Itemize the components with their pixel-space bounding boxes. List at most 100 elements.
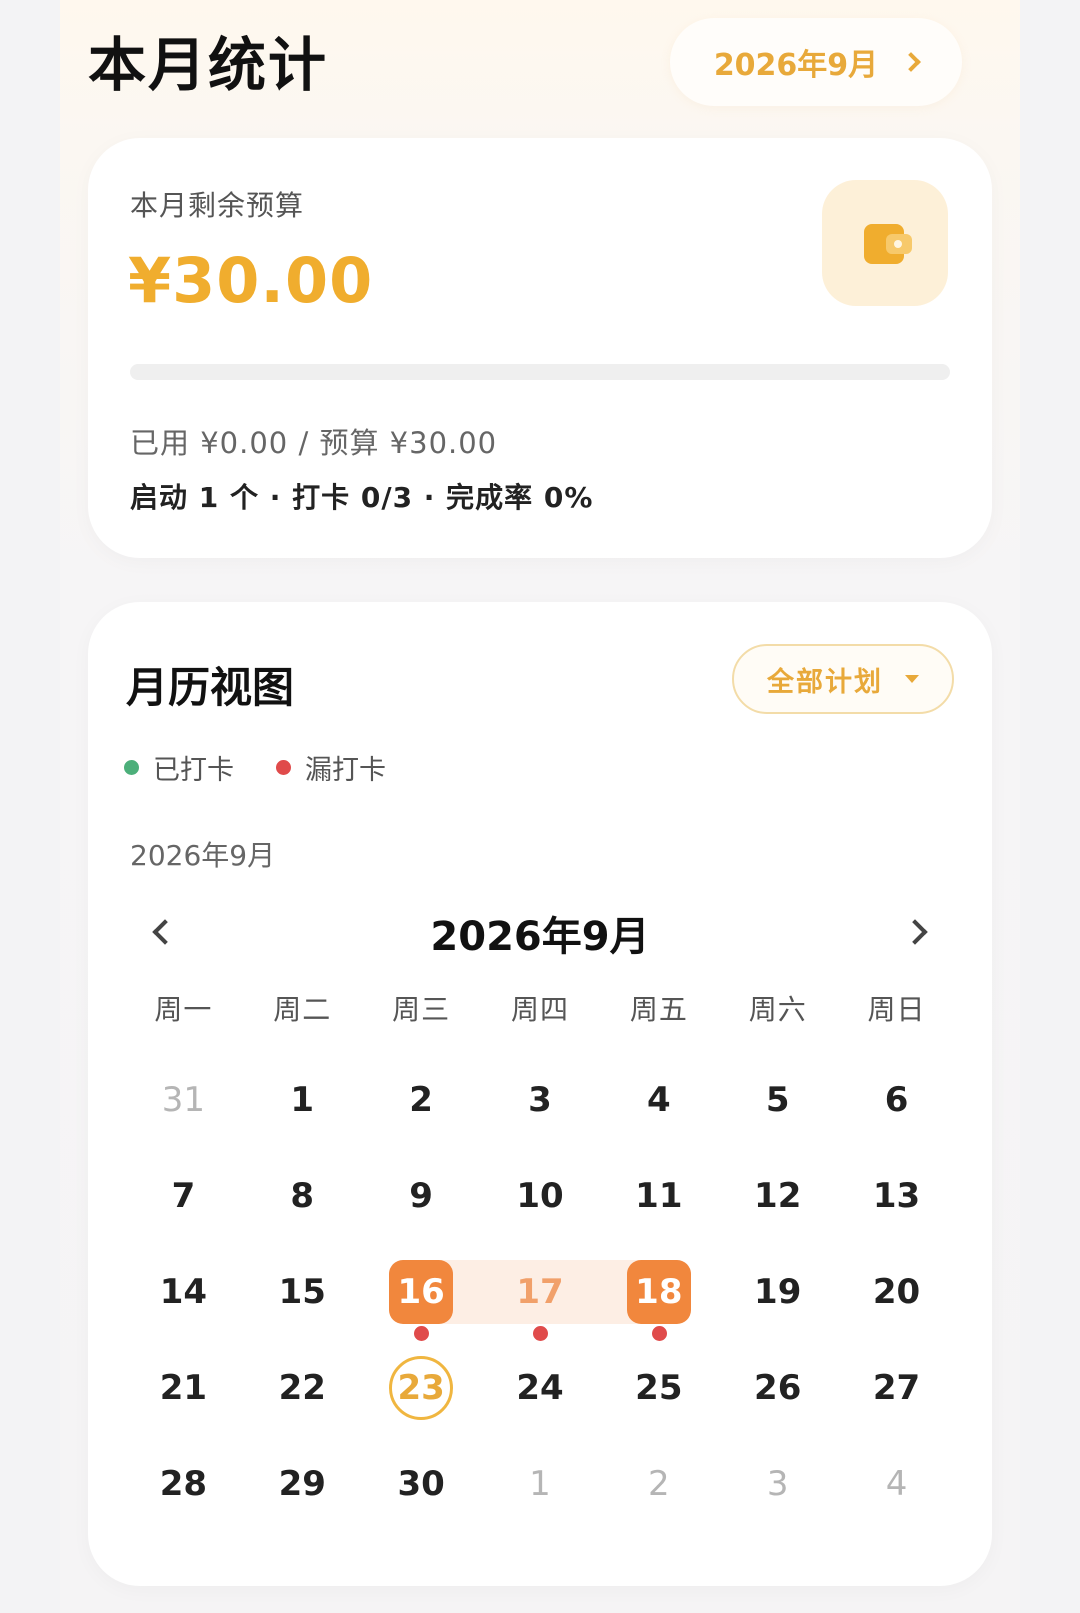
month-selector-label: 2026年9月 — [713, 48, 879, 83]
calendar-nav: 2026年9月 — [88, 894, 992, 970]
day-number: 19 — [754, 1272, 802, 1312]
day-number: 1 — [290, 1080, 315, 1120]
day-number: 4 — [885, 1464, 908, 1504]
day-number: 27 — [872, 1368, 921, 1408]
day-number: 22 — [278, 1368, 326, 1408]
calendar-day[interactable]: 31 — [124, 1052, 243, 1148]
day-number: 23 — [389, 1356, 454, 1420]
wallet-badge — [822, 180, 948, 306]
calendar-day[interactable]: 12 — [718, 1148, 837, 1244]
day-number: 25 — [635, 1368, 683, 1408]
calendar-day[interactable]: 24 — [481, 1340, 600, 1436]
calendar-month-title: 2026年9月 — [430, 914, 650, 960]
calendar-day[interactable]: 26 — [718, 1340, 837, 1436]
calendar-day[interactable]: 22 — [243, 1340, 362, 1436]
day-number: 26 — [754, 1368, 802, 1408]
calendar-day[interactable]: 20 — [837, 1244, 956, 1340]
budget-card: 本月剩余预算 ¥30.00 已用 ¥0.00 / 预算 ¥30.00 启动 1 … — [88, 138, 992, 558]
day-number: 17 — [516, 1272, 564, 1312]
calendar-day[interactable]: 16 — [362, 1244, 481, 1341]
calendar-day[interactable]: 5 — [718, 1052, 837, 1148]
month-selector-button[interactable]: 2026年9月 — [670, 18, 962, 106]
calendar-day[interactable]: 3 — [718, 1436, 837, 1532]
next-month-button[interactable] — [900, 914, 936, 950]
calendar-day[interactable]: 30 — [362, 1436, 481, 1532]
calendar-card: 月历视图 全部计划 已打卡 漏打卡 2026年9月 2026年9月 周一 周二 周三… — [88, 602, 992, 1586]
day-number: 12 — [754, 1176, 802, 1216]
day-number: 24 — [516, 1368, 564, 1408]
day-number: 4 — [647, 1080, 671, 1120]
calendar-day[interactable]: 2 — [599, 1436, 718, 1532]
day-number: 14 — [159, 1272, 208, 1312]
calendar-title: 月历视图 — [126, 663, 295, 712]
plan-filter-dropdown[interactable]: 全部计划 — [732, 644, 954, 714]
calendar-day[interactable]: 19 — [718, 1244, 837, 1340]
calendar-day[interactable]: 1 — [243, 1052, 362, 1148]
budget-progress-bar — [130, 364, 950, 380]
calendar-day[interactable]: 29 — [243, 1436, 362, 1532]
day-number: 11 — [635, 1176, 683, 1216]
day-number: 9 — [409, 1176, 433, 1216]
missed-checkin-dot — [651, 1326, 667, 1341]
weekday-header: 周一 周二 周三 周四 周五 周六 周日 — [124, 988, 956, 1028]
calendar-day[interactable]: 6 — [837, 1052, 956, 1148]
weekday-label: 周六 — [748, 993, 807, 1026]
weekday-label: 周三 — [392, 993, 451, 1026]
calendar-day[interactable]: 27 — [837, 1340, 956, 1436]
calendar-day[interactable]: 10 — [481, 1148, 600, 1244]
day-number: 31 — [161, 1080, 206, 1120]
day-number: 7 — [171, 1176, 196, 1216]
budget-label: 本月剩余预算 — [130, 189, 305, 222]
day-number: 16 — [389, 1260, 454, 1324]
calendar-day[interactable]: 4 — [837, 1436, 956, 1532]
weekday-label: 周四 — [510, 993, 569, 1026]
legend-dot-missed — [276, 760, 291, 775]
chevron-right-icon — [902, 919, 928, 945]
day-number: 10 — [516, 1176, 564, 1216]
legend-item-checked: 已打卡 — [124, 748, 234, 787]
day-number: 29 — [278, 1464, 326, 1504]
day-number: 5 — [765, 1080, 790, 1120]
calendar-day[interactable]: 17 — [480, 1244, 600, 1341]
calendar-day-today[interactable]: 23 — [362, 1340, 481, 1436]
day-number: 8 — [290, 1176, 315, 1216]
calendar-day[interactable]: 8 — [243, 1148, 362, 1244]
day-number: 1 — [529, 1464, 551, 1504]
day-number: 18 — [626, 1260, 691, 1324]
calendar-day[interactable]: 11 — [599, 1148, 718, 1244]
calendar-day[interactable]: 7 — [124, 1148, 243, 1244]
calendar-day[interactable]: 14 — [124, 1244, 243, 1340]
calendar-day[interactable]: 9 — [362, 1148, 481, 1244]
chevron-right-icon — [901, 52, 922, 72]
calendar-day[interactable]: 18 — [599, 1244, 718, 1341]
legend-item-missed: 漏打卡 — [276, 748, 386, 787]
legend-dot-checked — [124, 760, 139, 775]
wallet-icon — [864, 224, 912, 264]
day-number: 13 — [872, 1176, 921, 1216]
calendar-day[interactable]: 28 — [124, 1436, 243, 1532]
calendar-day[interactable]: 25 — [599, 1340, 718, 1436]
day-number: 3 — [766, 1464, 789, 1504]
calendar-legend: 已打卡 漏打卡 — [124, 748, 386, 787]
missed-checkin-dot — [532, 1326, 548, 1341]
calendar-day[interactable]: 1 — [481, 1436, 600, 1532]
day-number: 2 — [409, 1080, 433, 1120]
calendar-day[interactable]: 3 — [481, 1052, 600, 1148]
day-number: 6 — [884, 1080, 909, 1120]
page-title: 本月统计 — [88, 31, 329, 99]
legend-label-checked: 已打卡 — [153, 755, 234, 786]
weekday-label: 周二 — [273, 993, 332, 1026]
weekday-label: 周五 — [629, 993, 688, 1026]
day-number: 20 — [872, 1272, 921, 1312]
day-number: 21 — [159, 1368, 208, 1408]
day-number: 30 — [397, 1464, 445, 1504]
calendar-day[interactable]: 21 — [124, 1340, 243, 1436]
calendar-day[interactable]: 2 — [362, 1052, 481, 1148]
calendar-day[interactable]: 15 — [243, 1244, 362, 1340]
calendar-day[interactable]: 13 — [837, 1148, 956, 1244]
budget-amount: ¥30.00 — [128, 244, 374, 317]
weekday-label: 周一 — [154, 993, 213, 1026]
day-number: 28 — [159, 1464, 208, 1504]
calendar-day[interactable]: 4 — [599, 1052, 718, 1148]
weekday-label: 周日 — [867, 993, 926, 1026]
